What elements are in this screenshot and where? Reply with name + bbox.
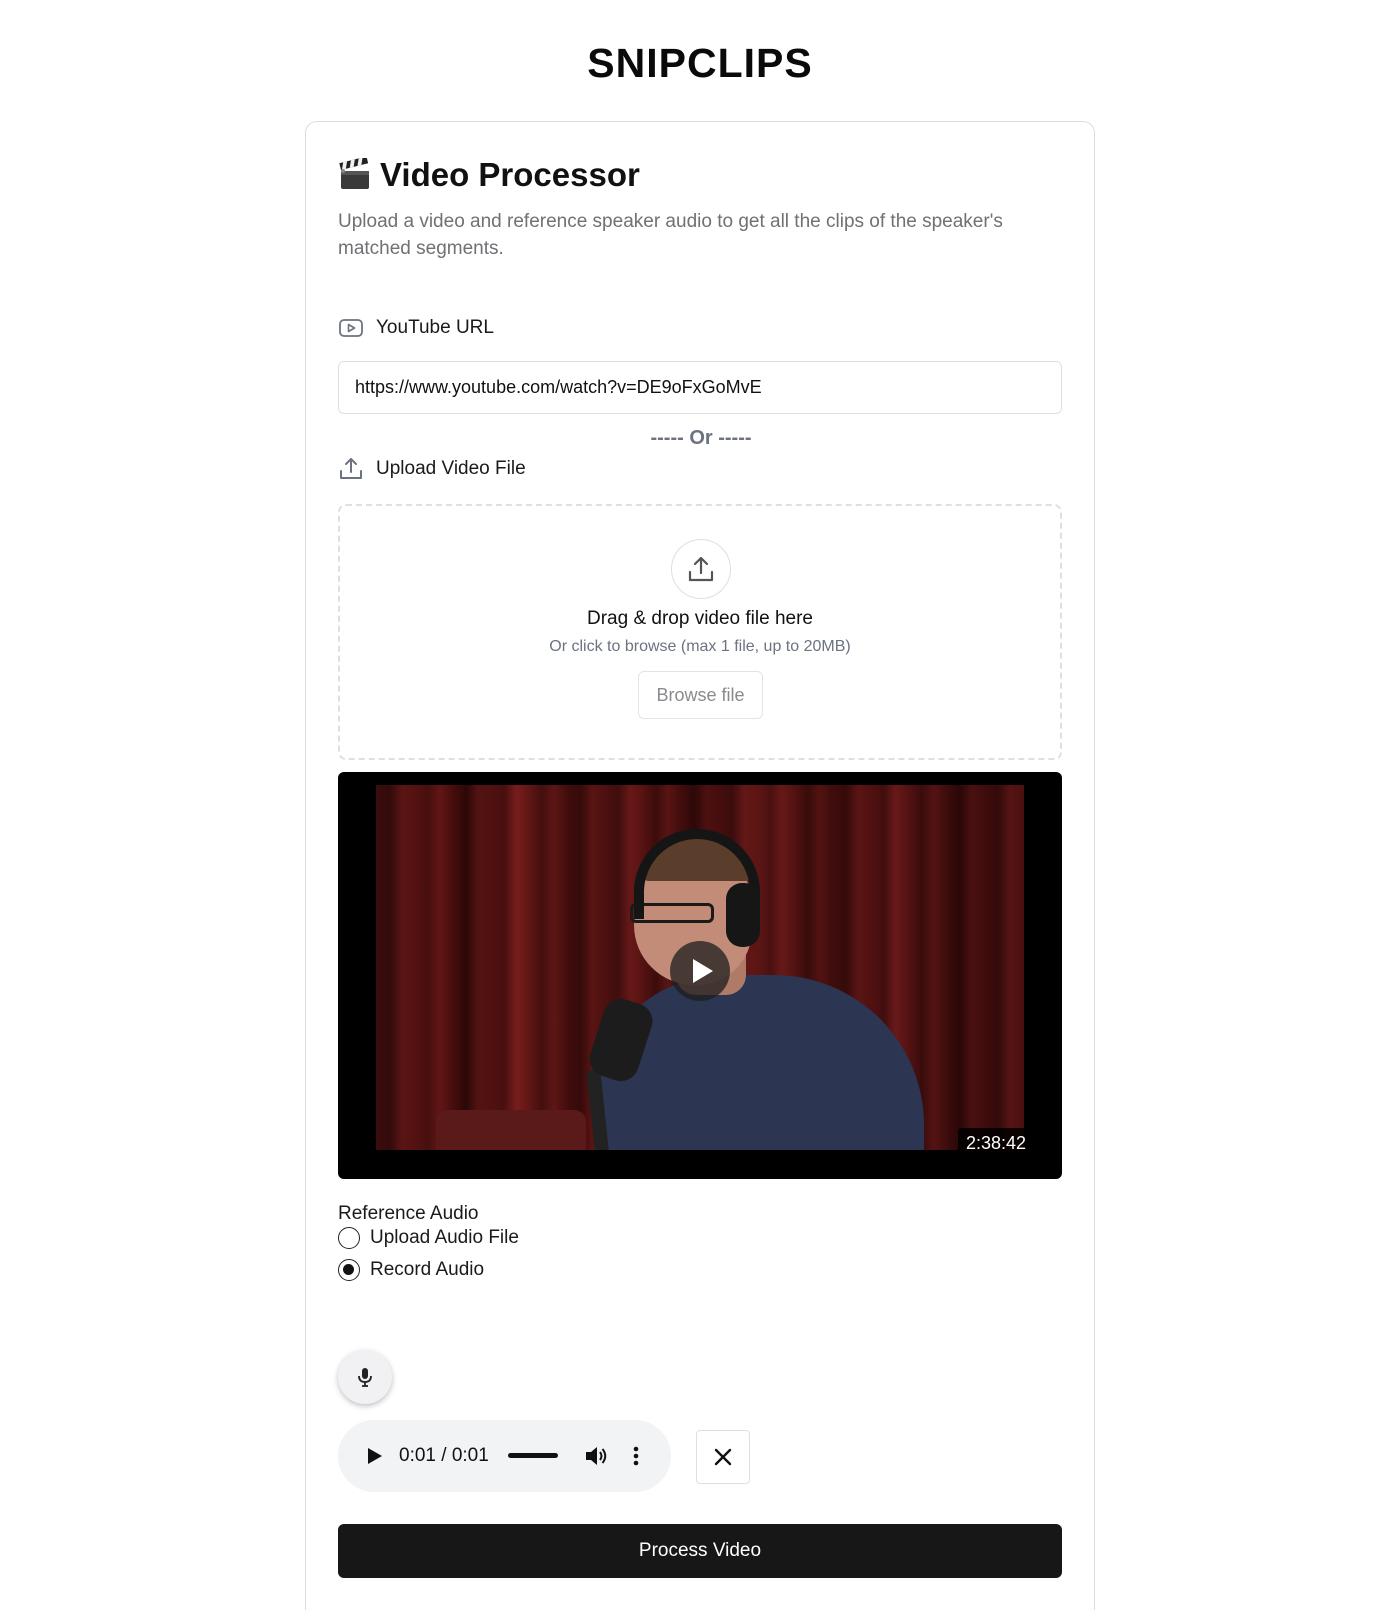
or-divider: ----- Or -----: [650, 427, 752, 449]
dropzone-title: Drag & drop video file here: [586, 608, 813, 629]
video-play-button[interactable]: [670, 941, 730, 1001]
upload-icon: [340, 458, 362, 479]
video-processor-card: Video Processor Upload a video and refer…: [305, 121, 1095, 1610]
audio-progress-bar[interactable]: [508, 1453, 558, 1458]
radio-upload-audio-label: Upload Audio File: [370, 1227, 519, 1248]
radio-record-audio-label: Record Audio: [370, 1259, 485, 1280]
microphone-icon: [358, 1368, 372, 1387]
reference-audio-label: Reference Audio: [338, 1203, 479, 1224]
volume-icon[interactable]: [582, 1442, 610, 1470]
app-title: SNIPCLIPS: [587, 40, 813, 86]
card-title: Video Processor: [380, 156, 640, 193]
card-description: Upload a video and reference speaker aud…: [338, 211, 1003, 259]
dropzone-subtitle: Or click to browse (max 1 file, up to 20…: [549, 638, 851, 655]
process-video-button[interactable]: Process Video: [338, 1524, 1062, 1578]
radio-upload-audio[interactable]: Upload Audio File: [338, 1227, 519, 1249]
record-button[interactable]: [338, 1350, 392, 1404]
more-options-icon[interactable]: [626, 1442, 646, 1470]
radio-button[interactable]: [338, 1227, 360, 1249]
upload-video-label-text: Upload Video File: [376, 458, 526, 479]
clear-recording-button[interactable]: [696, 1430, 750, 1484]
audio-player: 0:01 / 0:01: [338, 1420, 671, 1492]
card-heading: Video Processor: [338, 156, 640, 194]
dropzone-upload-icon: [671, 539, 731, 599]
clapperboard-icon: [338, 156, 372, 192]
audio-play-icon[interactable]: [362, 1444, 386, 1468]
youtube-url-input[interactable]: [338, 361, 1062, 414]
play-icon: [693, 959, 713, 983]
close-icon: [714, 1448, 732, 1466]
video-player[interactable]: 2:38:42: [338, 772, 1062, 1179]
radio-record-audio[interactable]: Record Audio: [338, 1259, 484, 1281]
video-dropzone[interactable]: Drag & drop video file here Or click to …: [338, 504, 1062, 760]
upload-video-label: Upload Video File: [338, 456, 526, 482]
video-duration: 2:38:42: [958, 1128, 1035, 1158]
audio-time: 0:01 / 0:01: [399, 1445, 489, 1466]
youtube-icon: [339, 319, 363, 337]
browse-file-button[interactable]: Browse file: [638, 671, 763, 719]
radio-button-selected[interactable]: [338, 1259, 360, 1281]
youtube-url-label-text: YouTube URL: [376, 317, 494, 338]
youtube-url-label: YouTube URL: [338, 315, 494, 341]
